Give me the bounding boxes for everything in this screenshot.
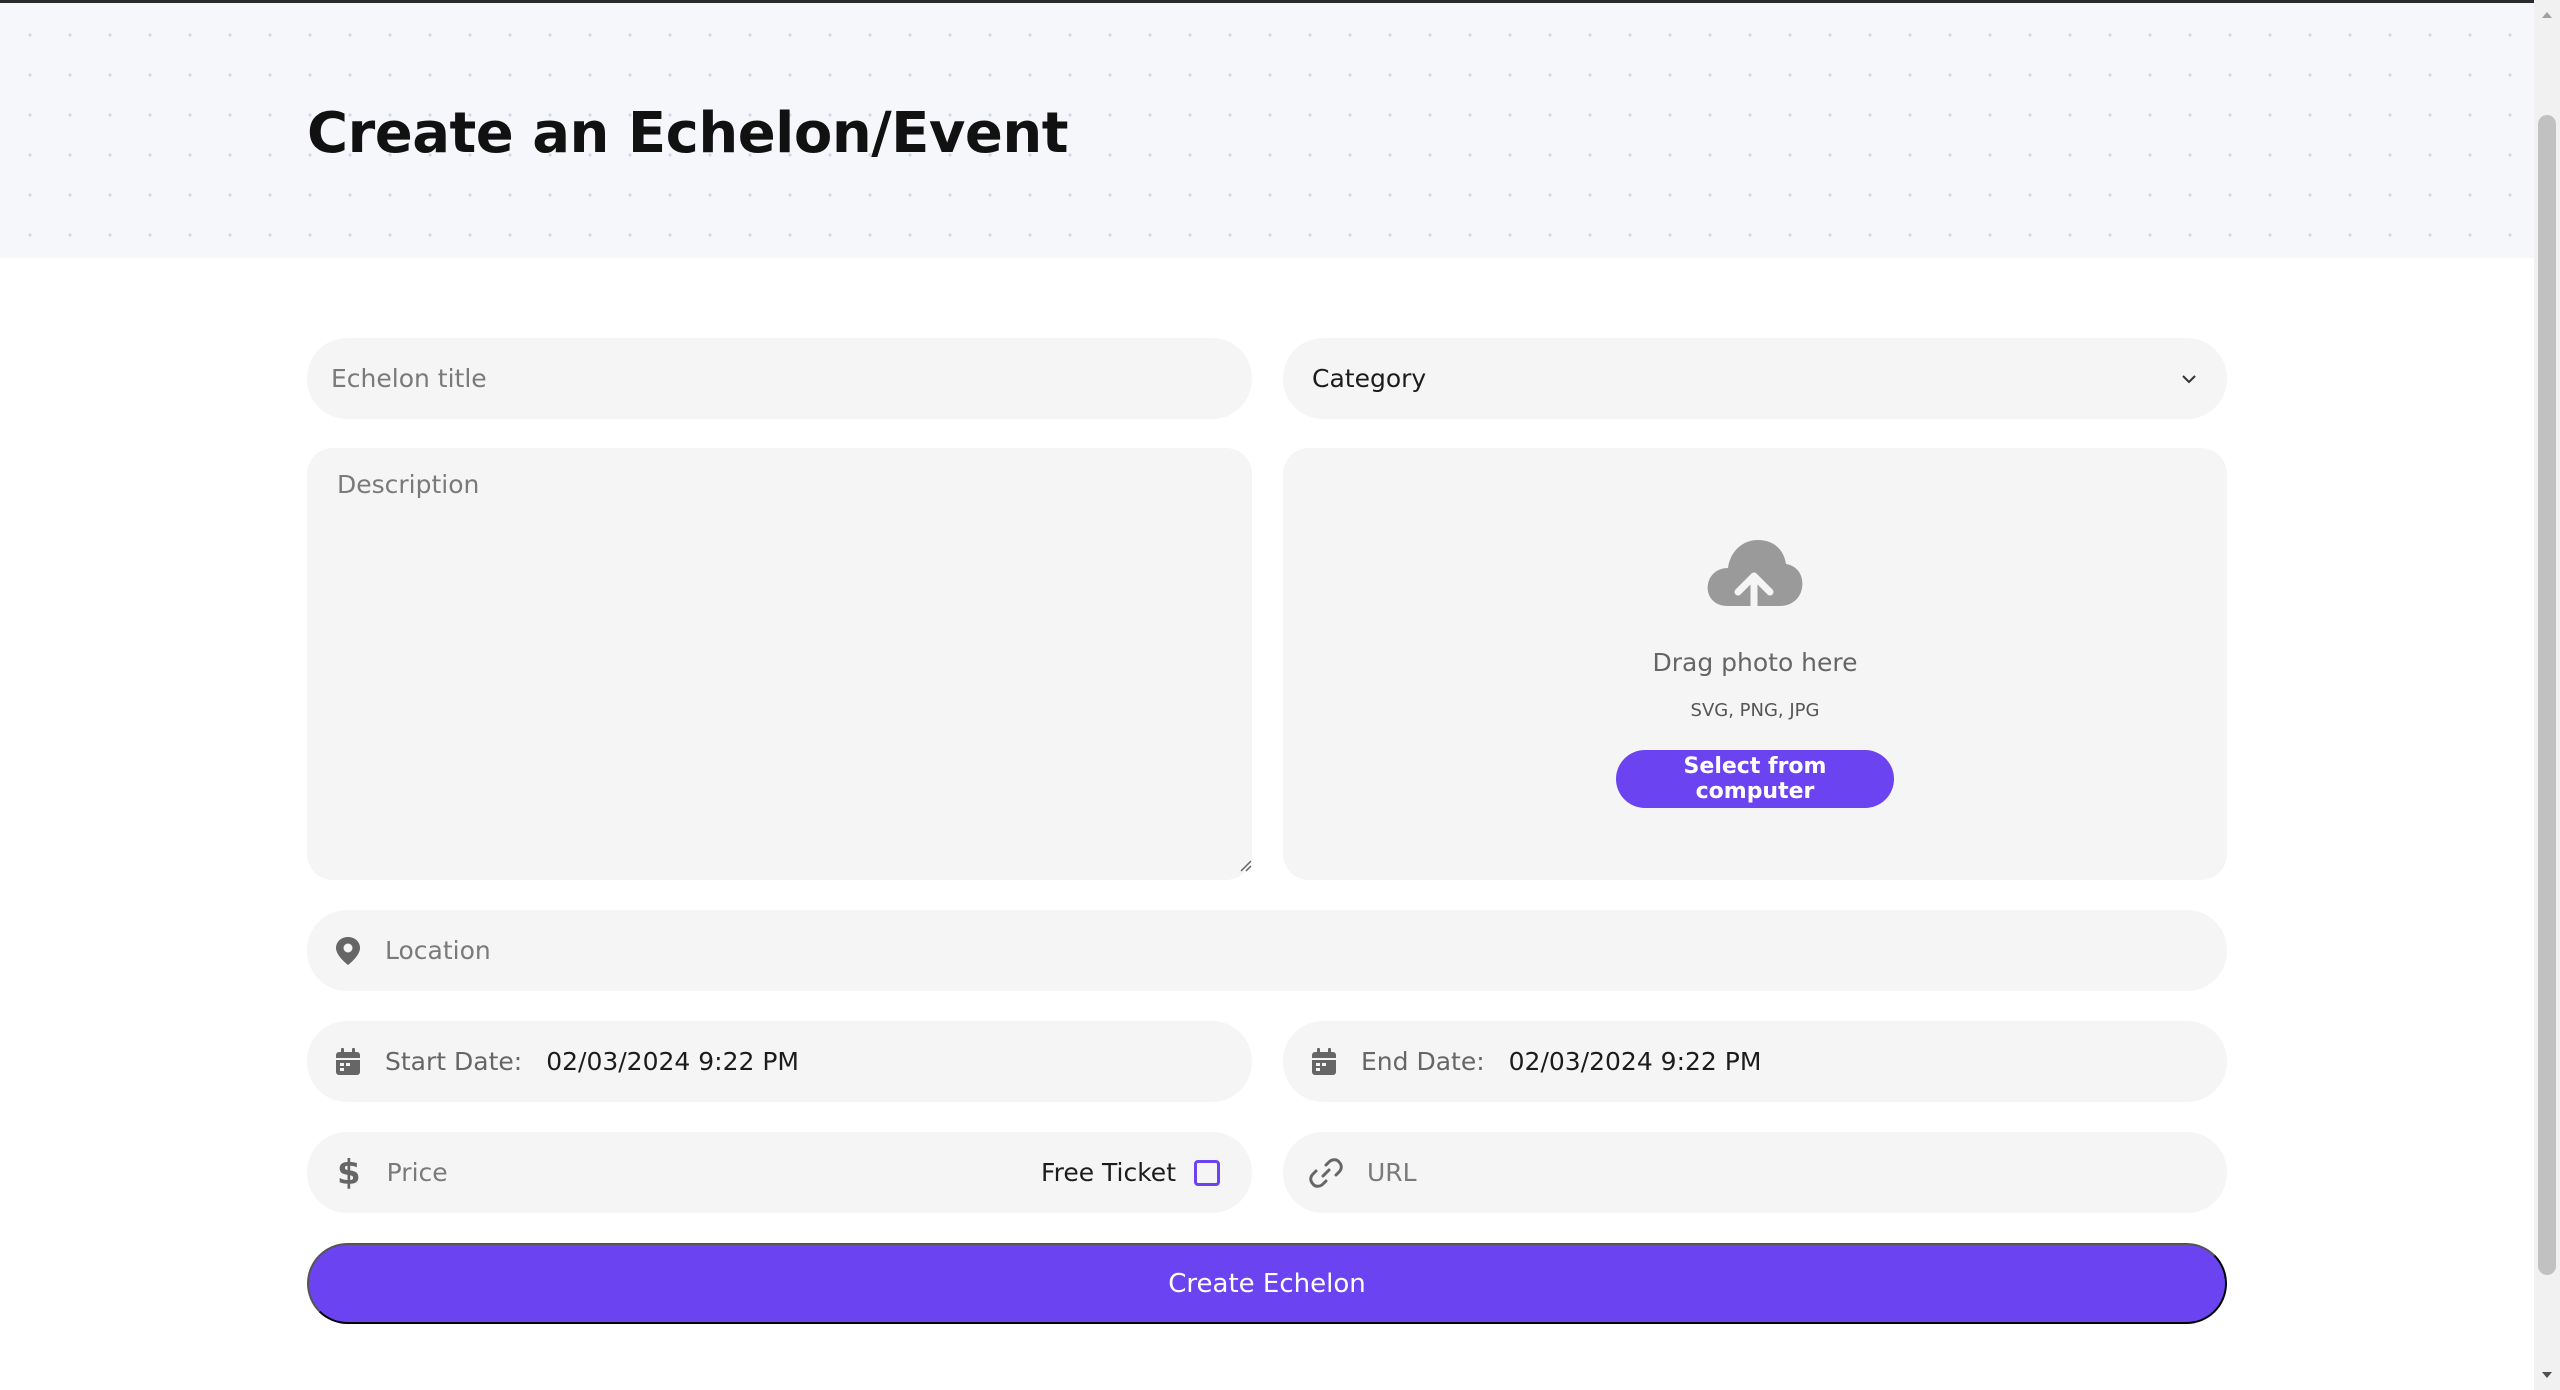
location-placeholder: Location (385, 936, 491, 965)
start-date-value: 02/03/2024 9:22 PM (546, 1047, 799, 1076)
echelon-title-input[interactable]: Echelon title (307, 338, 1252, 419)
end-date-input[interactable]: End Date: 02/03/2024 9:22 PM (1283, 1021, 2227, 1102)
calendar-icon (1311, 1047, 1337, 1076)
create-echelon-button[interactable]: Create Echelon (307, 1243, 2227, 1324)
start-date-label: Start Date: (385, 1047, 523, 1076)
url-placeholder: URL (1367, 1158, 1417, 1187)
page-title: Create an Echelon/Event (307, 101, 1069, 166)
map-pin-icon (335, 936, 361, 966)
url-input[interactable]: URL (1283, 1132, 2227, 1213)
end-date-value: 02/03/2024 9:22 PM (1508, 1047, 1762, 1076)
select-from-computer-button[interactable]: Select from computer (1616, 750, 1894, 808)
location-input[interactable]: Location (307, 910, 2227, 991)
price-placeholder: Price (386, 1158, 448, 1187)
scroll-up-arrow[interactable] (2538, 6, 2556, 24)
free-ticket-checkbox[interactable] (1194, 1159, 1220, 1186)
category-select[interactable]: Category (1283, 338, 2227, 419)
start-date-input[interactable]: Start Date: 02/03/2024 9:22 PM (307, 1021, 1252, 1102)
description-placeholder: Description (337, 470, 480, 499)
drag-photo-text: Drag photo here (1652, 648, 1858, 677)
page-header: Create an Echelon/Event (0, 3, 2534, 258)
scroll-down-arrow[interactable] (2538, 1366, 2556, 1384)
resize-handle[interactable] (1236, 849, 1252, 878)
echelon-title-placeholder: Echelon title (331, 364, 487, 393)
end-date-label: End Date: (1361, 1047, 1485, 1076)
description-textarea[interactable]: Description (307, 448, 1252, 880)
link-icon (1309, 1156, 1343, 1190)
free-ticket-label: Free Ticket (1041, 1158, 1176, 1187)
category-selected-value: Category (1312, 364, 1427, 393)
scrollbar-thumb[interactable] (2538, 115, 2556, 1275)
chevron-down-icon (2179, 369, 2199, 389)
price-input[interactable]: $ Price Free Ticket (307, 1132, 1252, 1213)
allowed-formats-text: SVG, PNG, JPG (1690, 700, 1820, 721)
cloud-upload-icon (1704, 534, 1804, 624)
dollar-icon: $ (337, 1152, 361, 1193)
calendar-icon (335, 1047, 361, 1076)
